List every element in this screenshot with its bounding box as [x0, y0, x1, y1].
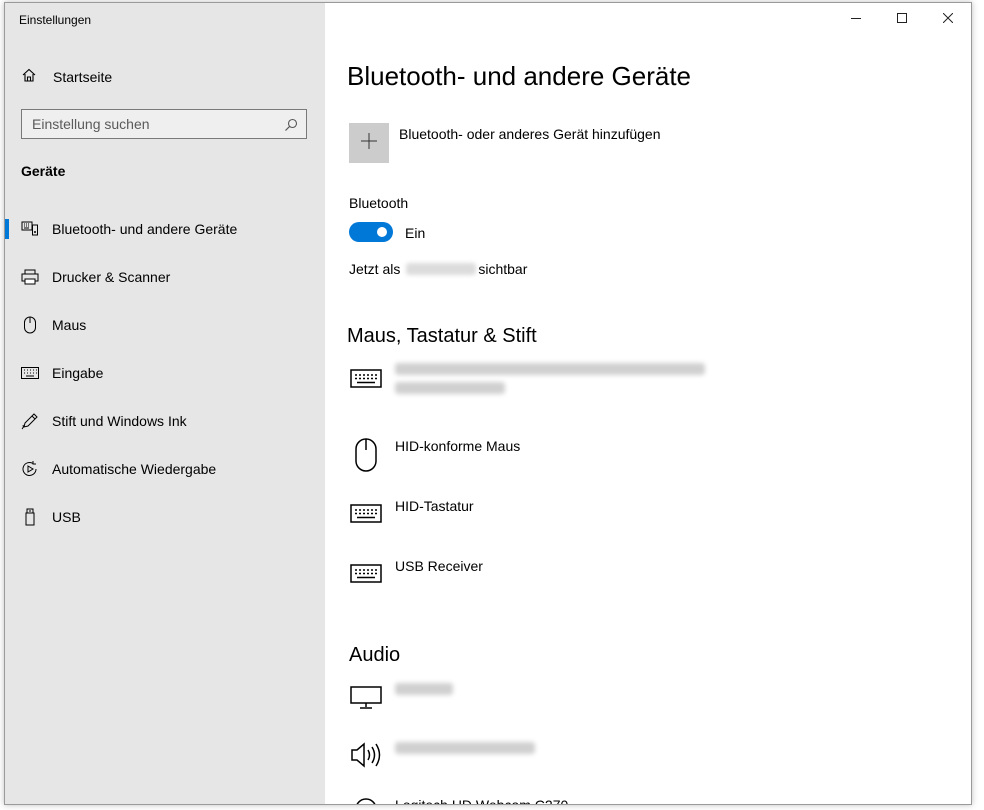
- sidebar-item-label: Automatische Wiedergabe: [52, 461, 217, 477]
- plus-icon: [361, 132, 377, 154]
- device-name: HID-Tastatur: [395, 498, 474, 514]
- sidebar-nav: Bluetooth- und andere Geräte Drucker & S…: [5, 205, 325, 541]
- device-name: USB Receiver: [395, 558, 483, 574]
- sidebar-item-pen[interactable]: Stift und Windows Ink: [5, 397, 325, 445]
- window-controls: [833, 3, 971, 35]
- device-hid-mouse[interactable]: HID-konforme Maus: [349, 438, 520, 472]
- maximize-icon: [897, 10, 907, 28]
- mouse-icon: [20, 315, 40, 335]
- device-redacted-monitor[interactable]: [349, 681, 475, 709]
- sidebar-item-printers[interactable]: Drucker & Scanner: [5, 253, 325, 301]
- keyboard-icon: [349, 498, 383, 524]
- redacted-device-name: [406, 263, 477, 275]
- sidebar-item-label: Eingabe: [52, 365, 104, 381]
- audio-heading: Audio: [349, 644, 401, 666]
- search-box[interactable]: [21, 109, 307, 139]
- device-hid-keyboard[interactable]: HID-Tastatur: [349, 498, 474, 524]
- sidebar-item-mouse[interactable]: Maus: [5, 301, 325, 349]
- device-webcam-partial[interactable]: Logitech HD Webcam C270: [349, 797, 569, 805]
- pen-icon: [20, 411, 40, 431]
- input-devices-heading: Maus, Tastatur & Stift: [347, 325, 537, 347]
- sidebar-item-label: Drucker & Scanner: [52, 269, 171, 285]
- toggle-knob: [377, 227, 387, 237]
- search-input[interactable]: [22, 115, 284, 133]
- home-label: Startseite: [53, 69, 113, 85]
- device-redacted-speaker[interactable]: [349, 739, 555, 771]
- sidebar-item-label: USB: [52, 509, 81, 525]
- bluetooth-state: Ein: [405, 225, 426, 241]
- keyboard-icon: [349, 558, 383, 584]
- device-name: HID-konforme Maus: [395, 438, 521, 454]
- device-usb-receiver[interactable]: USB Receiver: [349, 558, 483, 584]
- home-link[interactable]: Startseite: [21, 67, 112, 87]
- settings-window: Einstellungen Startseite Geräte Bluetoot…: [4, 2, 972, 805]
- add-device-tile[interactable]: [349, 123, 389, 163]
- sidebar: Einstellungen Startseite Geräte Bluetoot…: [5, 3, 325, 804]
- add-device-label: Bluetooth- oder anderes Gerät hinzufügen: [399, 126, 661, 142]
- add-device-button[interactable]: Bluetooth- oder anderes Gerät hinzufügen: [349, 123, 661, 163]
- bluetooth-toggle[interactable]: [349, 222, 393, 242]
- bluetooth-label: Bluetooth: [349, 195, 409, 211]
- content-pane: Bluetooth- und andere Geräte Bluetooth- …: [325, 3, 971, 804]
- redacted-device-text: [395, 739, 555, 771]
- autoplay-icon: [20, 459, 40, 479]
- sidebar-item-autoplay[interactable]: Automatische Wiedergabe: [5, 445, 325, 493]
- page-title: Bluetooth- und andere Geräte: [347, 61, 692, 91]
- sidebar-item-label: Bluetooth- und andere Geräte: [52, 221, 238, 237]
- minimize-icon: [851, 10, 861, 28]
- close-button[interactable]: [925, 3, 971, 35]
- sidebar-item-typing[interactable]: Eingabe: [5, 349, 325, 397]
- minimize-button[interactable]: [833, 3, 879, 35]
- redacted-device-text: [395, 681, 475, 709]
- redacted-device-text: [395, 363, 715, 401]
- visibility-status: Jetzt als sichtbar: [349, 261, 527, 277]
- keyboard-icon: [349, 363, 383, 401]
- search-icon[interactable]: [284, 118, 298, 137]
- monitor-icon: [349, 681, 383, 709]
- section-title: Geräte: [21, 163, 66, 179]
- webcam-icon: [349, 797, 383, 804]
- keyboard-icon: [20, 363, 40, 383]
- bluetooth-devices-icon: [20, 219, 40, 239]
- maximize-button[interactable]: [879, 3, 925, 35]
- sidebar-item-usb[interactable]: USB: [5, 493, 325, 541]
- home-icon: [21, 67, 37, 88]
- visibility-prefix: Jetzt als: [349, 261, 401, 277]
- sidebar-item-label: Maus: [52, 317, 87, 333]
- printer-icon: [20, 267, 40, 287]
- device-redacted-keyboard[interactable]: [349, 363, 715, 401]
- usb-icon: [20, 507, 40, 527]
- visibility-suffix: sichtbar: [478, 261, 528, 277]
- device-name: Logitech HD Webcam C270: [395, 797, 569, 805]
- app-title: Einstellungen: [19, 13, 92, 27]
- mouse-icon: [349, 438, 383, 472]
- sidebar-item-bluetooth[interactable]: Bluetooth- und andere Geräte: [5, 205, 325, 253]
- sidebar-item-label: Stift und Windows Ink: [52, 413, 187, 429]
- close-icon: [942, 10, 954, 28]
- speaker-icon: [349, 739, 383, 771]
